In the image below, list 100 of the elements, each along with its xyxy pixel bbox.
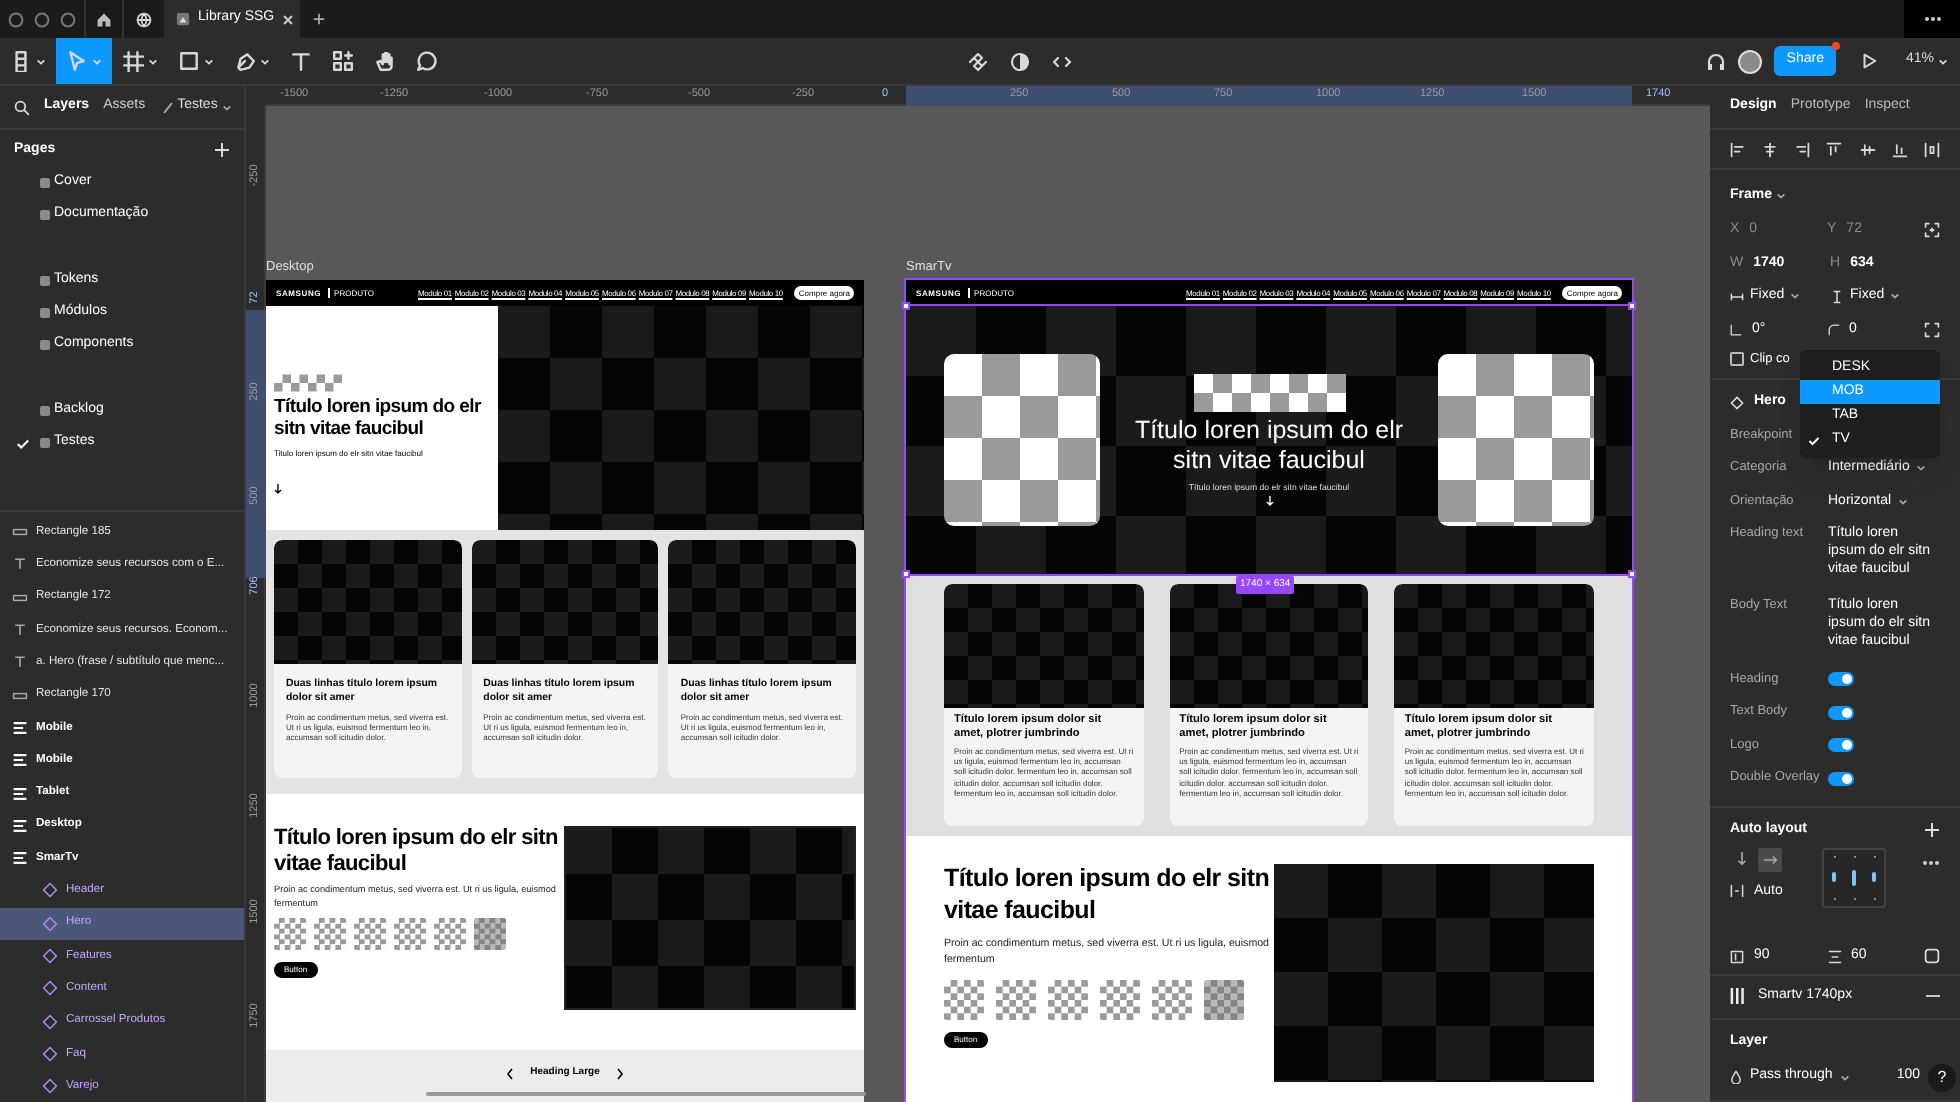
- components-icon: [332, 50, 354, 72]
- add-icon[interactable]: [1924, 822, 1940, 839]
- pen-icon: [234, 50, 256, 72]
- pattern-thumbnail: [434, 918, 466, 951]
- text-icon: [12, 556, 28, 573]
- caret-icon: [92, 57, 102, 65]
- horizontal-resize-icon: [1730, 289, 1744, 304]
- align-left-icon[interactable]: [1730, 141, 1746, 157]
- remove-icon[interactable]: [1926, 994, 1940, 999]
- rectangle-icon: [12, 524, 28, 541]
- padding-icon[interactable]: [1924, 948, 1940, 965]
- check-icon: [16, 437, 30, 450]
- toggle-switch[interactable]: [1828, 738, 1854, 753]
- align-center-icon[interactable]: [1762, 141, 1779, 157]
- content-title: Título loren ipsum do elr sitn vitae faucibul: [944, 864, 1272, 927]
- close-icon[interactable]: [282, 13, 295, 25]
- new-tab-icon[interactable]: [312, 12, 326, 26]
- rectangle-icon: [12, 589, 28, 606]
- caret-icon: [204, 57, 214, 65]
- caret-icon: [1915, 464, 1926, 473]
- align-bottom-icon[interactable]: [1891, 141, 1908, 157]
- page-emoji-icon: [40, 340, 50, 351]
- align-middle-icon[interactable]: [1859, 141, 1876, 157]
- auto-layout-icon: [12, 785, 28, 802]
- pattern-thumbnail: [474, 918, 506, 951]
- resize-handle[interactable]: [1628, 570, 1636, 578]
- hand-icon: [374, 50, 396, 72]
- pattern-thumbnail: [944, 980, 984, 1021]
- more-icon[interactable]: [1922, 859, 1940, 866]
- caret-icon: [1897, 497, 1908, 506]
- down-arrow-icon: [1736, 852, 1748, 867]
- caret-icon: [1776, 192, 1787, 200]
- horizontal-padding-icon: [1730, 949, 1744, 964]
- corners-icon[interactable]: [1924, 321, 1940, 338]
- check-icon: [1808, 435, 1820, 445]
- distribute-icon[interactable]: [1923, 141, 1940, 157]
- search-icon[interactable]: [14, 99, 30, 115]
- contrast-icon[interactable]: [1010, 51, 1030, 71]
- alignment-grid[interactable]: [1822, 847, 1886, 908]
- auto-layout-icon: [12, 719, 28, 736]
- rectangle-icon: [12, 687, 28, 704]
- caret-icon: [1790, 292, 1801, 301]
- caret-icon: [36, 57, 46, 65]
- caret-icon: [148, 57, 158, 65]
- content-title: Título loren ipsum do elr sitn vitae faucibul: [274, 826, 560, 879]
- toggle-switch[interactable]: [1828, 705, 1854, 720]
- direction-button[interactable]: [1758, 847, 1782, 872]
- caret-icon: [1840, 1073, 1851, 1082]
- toggle-switch[interactable]: [1828, 672, 1854, 687]
- checkbox[interactable]: [1730, 352, 1744, 367]
- chevron-right-icon[interactable]: [615, 1067, 624, 1080]
- caret-icon: [1938, 57, 1948, 65]
- page-emoji-icon: [40, 177, 50, 188]
- logo-placeholder: [274, 374, 342, 392]
- pattern-thumbnail: [996, 980, 1036, 1021]
- chevron-left-icon[interactable]: [506, 1067, 515, 1080]
- component-icon[interactable]: [968, 51, 988, 71]
- fit-icon[interactable]: [1924, 222, 1940, 239]
- right-arrow-icon: [1763, 853, 1777, 866]
- vertical-padding-icon: [1827, 949, 1841, 964]
- pattern-thumbnail: [1048, 980, 1088, 1021]
- text-icon: [12, 622, 28, 639]
- window-controls-icon: [8, 11, 76, 27]
- hero-title: Título loren ipsum do elr sitn vitae faucibul: [274, 396, 483, 442]
- globe-icon: [136, 11, 152, 27]
- file-icon: [176, 12, 190, 26]
- code-icon[interactable]: [1052, 51, 1072, 71]
- resize-handle[interactable]: [1628, 302, 1636, 310]
- rectangle-icon: [178, 50, 200, 72]
- headphones-icon[interactable]: [1706, 51, 1727, 71]
- add-icon[interactable]: [214, 142, 230, 158]
- more-icon[interactable]: [1923, 16, 1941, 22]
- toggle-switch[interactable]: [1828, 771, 1854, 786]
- resize-handle[interactable]: [902, 302, 910, 310]
- page-emoji-icon: [40, 275, 50, 286]
- caret-icon: [260, 57, 270, 65]
- down-arrow-icon: [274, 483, 282, 494]
- resize-handle[interactable]: [902, 570, 910, 578]
- help-button[interactable]: ?: [1928, 1063, 1956, 1092]
- down-arrow-icon: [1265, 495, 1273, 506]
- align-top-icon[interactable]: [1826, 141, 1843, 157]
- comment-icon: [416, 50, 438, 72]
- caret-icon: [1890, 292, 1901, 301]
- text-icon: [12, 654, 28, 671]
- align-right-icon[interactable]: [1794, 141, 1811, 157]
- pattern-thumbnail: [1204, 980, 1244, 1021]
- pattern-thumbnail: [394, 918, 426, 951]
- page-emoji-icon: [40, 405, 50, 416]
- caret-icon: [221, 103, 232, 111]
- frame-icon: [122, 50, 144, 72]
- hero-title: Título loren ipsum do elr sitn vitae faucibul: [1132, 416, 1406, 474]
- avatar[interactable]: [1738, 49, 1763, 73]
- cursor-icon: [66, 50, 88, 72]
- slash-icon: [161, 101, 174, 113]
- pattern-thumbnail: [1100, 980, 1140, 1021]
- play-icon[interactable]: [1859, 52, 1878, 70]
- vertical-resize-icon: [1830, 289, 1844, 304]
- auto-layout-icon: [12, 752, 28, 769]
- spacing-icon: [1730, 884, 1744, 899]
- page-emoji-icon: [40, 307, 50, 318]
